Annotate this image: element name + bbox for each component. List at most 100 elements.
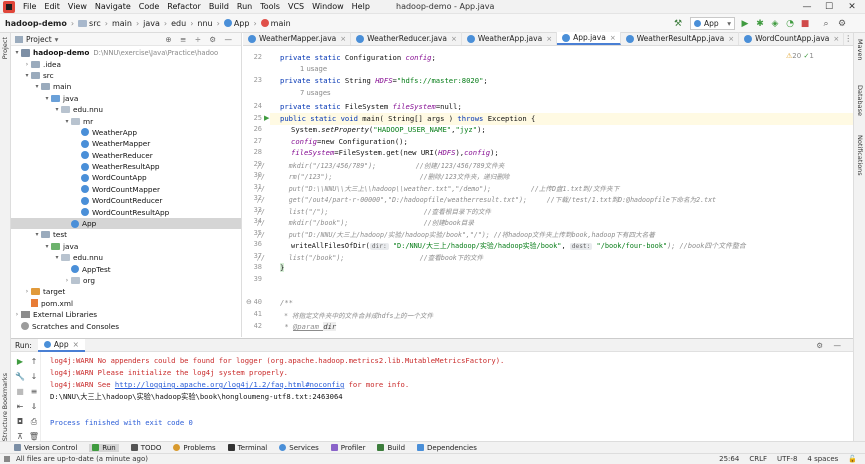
- tree-item-test-package[interactable]: ▾ edu.nnu: [11, 252, 241, 263]
- dependencies-tab[interactable]: Dependencies: [417, 444, 477, 452]
- run-gutter-icon[interactable]: ▶: [264, 114, 269, 122]
- menu-edit[interactable]: Edit: [40, 2, 64, 11]
- menu-vcs[interactable]: VCS: [284, 2, 308, 11]
- debug-icon[interactable]: ✱: [754, 17, 766, 30]
- tab-weatherreducer[interactable]: WeatherReducer.java ×: [351, 32, 462, 45]
- scroll-to-end-icon[interactable]: ⇓: [28, 402, 40, 412]
- breadcrumb-project[interactable]: hadoop-demo: [0, 19, 68, 28]
- problems-tab[interactable]: Problems: [173, 444, 216, 452]
- indent-setting[interactable]: 4 spaces: [807, 455, 838, 463]
- fold-icon[interactable]: ⊖: [246, 298, 252, 306]
- search-everywhere-icon[interactable]: ⌕: [820, 17, 832, 30]
- menu-refactor[interactable]: Refactor: [163, 2, 205, 11]
- console-link[interactable]: http://logging.apache.org/log4j/1.2/faq.…: [115, 380, 344, 389]
- tree-item-test[interactable]: ▾ test: [11, 229, 241, 240]
- minimize-icon[interactable]: —: [796, 0, 818, 14]
- menu-file[interactable]: File: [19, 2, 40, 11]
- todo-tab[interactable]: TODO: [130, 444, 161, 452]
- tree-item-class[interactable]: WordCountApp: [11, 172, 241, 183]
- run-icon[interactable]: ▶: [739, 17, 751, 30]
- tree-item-idea[interactable]: › .idea: [11, 58, 241, 69]
- tree-item-java[interactable]: ▾ java: [11, 93, 241, 104]
- close-tab-icon[interactable]: ×: [610, 34, 616, 42]
- tree-item-scratches[interactable]: Scratches and Consoles: [11, 320, 241, 331]
- rerun-icon[interactable]: ▶: [14, 357, 26, 367]
- menu-run[interactable]: Run: [233, 2, 256, 11]
- tree-item-class[interactable]: WeatherReducer: [11, 150, 241, 161]
- tree-item-class[interactable]: WeatherResultApp: [11, 161, 241, 172]
- close-tab-icon[interactable]: ×: [728, 35, 734, 43]
- tree-root[interactable]: ▾ hadoop-demo D:\NNU\exercise\Java\Practic…: [11, 47, 241, 58]
- file-encoding[interactable]: UTF-8: [777, 455, 797, 463]
- tree-item-app-selected[interactable]: App: [11, 217, 241, 230]
- lock-icon[interactable]: 🔓: [848, 455, 857, 463]
- usage-hint[interactable]: 7 usages: [300, 89, 331, 97]
- tree-item-class[interactable]: WeatherApp: [11, 127, 241, 138]
- tree-item-mr[interactable]: ▾ mr: [11, 115, 241, 126]
- soft-wrap-icon[interactable]: ≡: [28, 387, 40, 397]
- close-tab-icon[interactable]: ×: [833, 35, 839, 43]
- profiler-tab[interactable]: Profiler: [330, 444, 365, 452]
- close-tab-icon[interactable]: ×: [451, 35, 457, 43]
- menu-help[interactable]: Help: [348, 2, 374, 11]
- usage-hint[interactable]: 1 usage: [300, 65, 327, 73]
- print-icon[interactable]: ⎙: [28, 417, 40, 427]
- tab-wordcountapp[interactable]: WordCountApp.java ×: [739, 32, 845, 45]
- menu-tools[interactable]: Tools: [256, 2, 284, 11]
- wrench-icon[interactable]: 🔧: [14, 372, 26, 382]
- settings-icon[interactable]: ⚙: [836, 17, 848, 30]
- terminal-tab[interactable]: Terminal: [227, 444, 267, 452]
- project-tool-button[interactable]: Project: [1, 37, 9, 59]
- notifications-tool-button[interactable]: Notifications: [856, 135, 864, 176]
- status-message[interactable]: All files are up-to-date (a minute ago): [16, 455, 148, 463]
- tree-item-test-java[interactable]: ▾ java: [11, 241, 241, 252]
- build-tab[interactable]: Build: [377, 444, 405, 452]
- run-tab[interactable]: Run: [89, 443, 119, 452]
- close-tab-icon[interactable]: ×: [340, 35, 346, 43]
- tab-actions-icon[interactable]: ⋮: [844, 32, 852, 45]
- panel-actions-icon[interactable]: ⊕ ≡ ÷ ⚙ —: [165, 35, 235, 44]
- scroll-up-icon[interactable]: ↑: [28, 357, 40, 367]
- restore-layout-icon[interactable]: ⇤: [14, 402, 26, 412]
- tab-weatherresultapp[interactable]: WeatherResultApp.java ×: [621, 32, 740, 45]
- menu-navigate[interactable]: Navigate: [91, 2, 135, 11]
- bookmarks-tool-button[interactable]: Bookmarks: [1, 373, 9, 409]
- scroll-down-icon[interactable]: ↓: [28, 372, 40, 382]
- maximize-icon[interactable]: ☐: [818, 0, 840, 14]
- camera-icon[interactable]: ◘: [14, 417, 26, 427]
- breadcrumb-java[interactable]: java: [142, 19, 161, 28]
- breadcrumb-main[interactable]: main: [111, 19, 133, 28]
- menu-view[interactable]: View: [64, 2, 91, 11]
- project-view-select[interactable]: Project: [26, 35, 52, 44]
- maven-tool-button[interactable]: Maven: [856, 39, 864, 61]
- caret-position[interactable]: 25:64: [719, 455, 739, 463]
- tree-item-pom[interactable]: pom.xml: [11, 298, 241, 309]
- services-tab[interactable]: Services: [279, 444, 319, 452]
- breadcrumb-src[interactable]: src: [77, 19, 102, 28]
- tree-item-class[interactable]: WordCountReducer: [11, 195, 241, 206]
- breadcrumb-nnu[interactable]: nnu: [196, 19, 213, 28]
- line-separator[interactable]: CRLF: [749, 455, 767, 463]
- stop-icon[interactable]: ■: [14, 387, 26, 397]
- tree-item-class[interactable]: WordCountMapper: [11, 184, 241, 195]
- close-icon[interactable]: ✕: [841, 0, 863, 14]
- run-configuration-select[interactable]: App ▾: [690, 17, 735, 30]
- tree-item-package[interactable]: ▾ edu.nnu: [11, 104, 241, 115]
- build-hammer-icon[interactable]: ⚒: [672, 17, 684, 30]
- run-panel-actions-icon[interactable]: ⚙ —: [816, 341, 845, 350]
- tree-item-org[interactable]: › org: [11, 275, 241, 286]
- tree-item-apptest[interactable]: AppTest: [11, 263, 241, 274]
- run-tab-app[interactable]: App ×: [37, 338, 85, 352]
- breadcrumb-main-method[interactable]: main: [260, 19, 292, 28]
- tree-item-main[interactable]: ▾ main: [11, 81, 241, 92]
- breadcrumb-app[interactable]: App: [223, 19, 251, 28]
- stop-icon[interactable]: ■: [799, 17, 811, 30]
- coverage-icon[interactable]: ◈: [769, 17, 781, 30]
- menu-build[interactable]: Build: [205, 2, 233, 11]
- close-tab-icon[interactable]: ×: [546, 35, 552, 43]
- tree-item-src[interactable]: ▾ src: [11, 70, 241, 81]
- tab-weathermapper[interactable]: WeatherMapper.java ×: [243, 32, 352, 45]
- tree-item-external-libraries[interactable]: › External Libraries: [11, 309, 241, 320]
- code-area[interactable]: private static Configuration config; 1 u…: [257, 47, 853, 337]
- profile-icon[interactable]: ◔: [784, 17, 796, 30]
